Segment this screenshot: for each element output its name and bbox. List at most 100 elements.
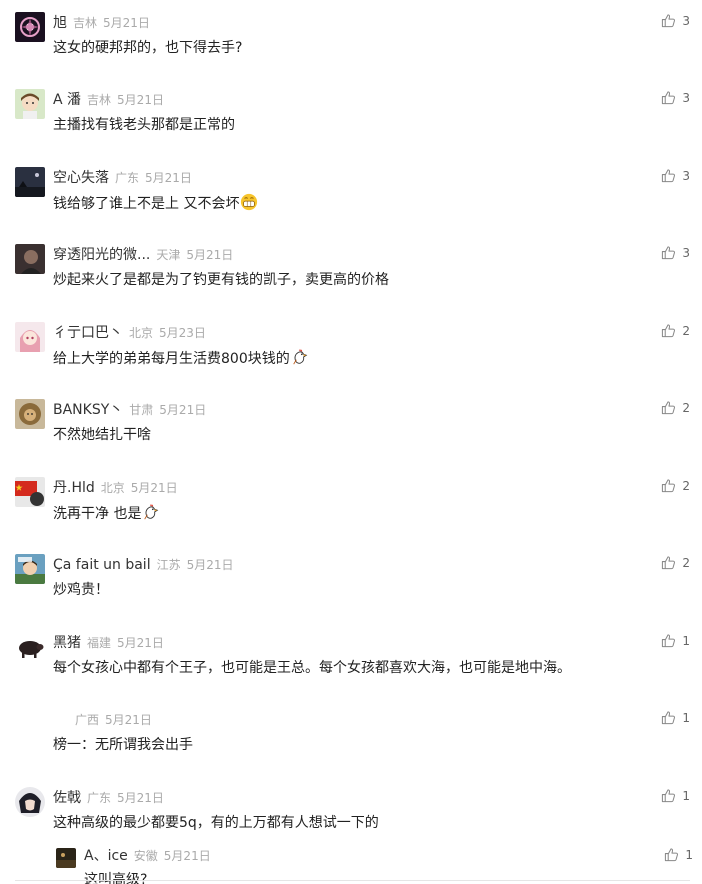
night-scene-avatar[interactable] [15, 167, 45, 197]
comment-location: 广西 [75, 713, 100, 727]
like-button[interactable]: 1 [661, 788, 690, 803]
anime-girl-avatar[interactable] [15, 322, 45, 352]
comment-meta: A 潘吉林 5月21日 [53, 89, 164, 109]
comment-text: 这女的硬邦邦的，也下得去手? [53, 40, 243, 56]
cartoon-boy-avatar[interactable] [15, 554, 45, 584]
chicken-emoji-icon [293, 348, 308, 365]
like-count: 1 [682, 788, 690, 803]
thumbs-up-icon [662, 401, 676, 415]
comment-author[interactable]: 丹.Hld [53, 480, 95, 496]
chicken-emoji-icon [144, 503, 159, 520]
comment-location: 天津 [156, 248, 181, 262]
comment-author[interactable]: 空心失落 [53, 170, 109, 186]
comment-location: 广东 [115, 171, 140, 185]
comment-text: 钱给够了谁上不是上 又不会坏 [53, 193, 258, 214]
comment-author[interactable]: 佐戟 [53, 790, 81, 806]
grin-emoji-icon [241, 193, 258, 211]
comment-meta: 空心失落 广东 5月21日 [53, 167, 192, 187]
comment-author[interactable]: 旭 [53, 15, 67, 31]
comment-date: 5月21日 [117, 791, 164, 805]
comment-meta: 丹.Hld 北京 5月21日 [53, 477, 178, 497]
lion-avatar[interactable] [15, 399, 45, 429]
like-count: 2 [682, 555, 690, 570]
anime-boy-avatar[interactable] [15, 787, 45, 817]
like-button[interactable]: 2 [661, 478, 690, 493]
like-button[interactable]: 3 [661, 90, 690, 105]
comment-item: 丹.Hld 北京 5月21日 洗再干净 也是 2 [0, 465, 702, 535]
blank-avatar[interactable] [15, 709, 45, 739]
comment-location: 福建 [87, 636, 112, 650]
comment-text: 洗再干净 也是 [53, 503, 160, 524]
comment-author[interactable]: Ça fait un bail [53, 557, 151, 573]
like-count: 2 [682, 323, 690, 338]
portrait-avatar[interactable] [15, 244, 45, 274]
comment-date: 5月21日 [159, 403, 207, 417]
thumbs-up-icon [662, 91, 676, 105]
comment-item: 旭吉林 5月21日 这女的硬邦邦的，也下得去手? 3 [0, 0, 702, 70]
like-count: 3 [682, 168, 690, 183]
comment-date: 5月21日 [105, 713, 152, 727]
comment-item: 黑猪 福建 5月21日 每个女孩心中都有个王子，也可能是王总。每个女孩都喜欢大海，也… [0, 620, 702, 690]
like-count: 2 [682, 400, 690, 415]
like-button[interactable]: 2 [661, 323, 690, 338]
comment-list: 旭吉林 5月21日 这女的硬邦邦的，也下得去手? 3 A 潘吉林 5月21日 主播找… [0, 0, 702, 884]
comment-text: 主播找有钱老头那都是正常的 [53, 117, 235, 133]
cartoon-girl-avatar[interactable] [15, 89, 45, 119]
comment-item: A 潘吉林 5月21日 主播找有钱老头那都是正常的 3 [0, 77, 702, 147]
flag-avatar[interactable] [15, 477, 45, 507]
comment-text: 不然她结扎干啥 [53, 427, 151, 443]
thumbs-up-icon [662, 556, 676, 570]
thumbs-up-icon [665, 848, 679, 862]
like-button[interactable]: 2 [661, 555, 690, 570]
comment-author[interactable]: BANKSY丶 [53, 402, 123, 418]
comment-location: 甘肃 [129, 403, 154, 417]
like-button[interactable]: 1 [661, 633, 690, 648]
comment-item: 广西 5月21日 榜一：无所谓我会出手 1 [0, 697, 702, 767]
dark-landscape-avatar[interactable] [56, 848, 76, 868]
comment-date: 5月21日 [145, 171, 192, 185]
like-count: 1 [685, 847, 693, 862]
comment-date: 5月21日 [117, 636, 164, 650]
comment-item: 佐戟 广东 5月21日 这种高级的最少都要5q，有的上万都有人想试一下的 1 [0, 775, 702, 845]
like-count: 1 [682, 633, 690, 648]
comment-text: 炒起来火了是都是为了钓更有钱的凯子，卖更高的价格 [53, 272, 389, 288]
comment-meta: 旭吉林 5月21日 [53, 12, 150, 32]
comment-date: 5月21日 [117, 93, 164, 107]
comment-meta: 彳亍口巴丶 北京 5月23日 [53, 322, 206, 342]
comment-location: 广东 [87, 791, 112, 805]
like-button[interactable]: 1 [664, 847, 693, 862]
reply-author[interactable]: A、ice [84, 848, 128, 864]
comment-meta: BANKSY丶 甘肃 5月21日 [53, 399, 206, 419]
like-button[interactable]: 3 [661, 245, 690, 260]
like-count: 2 [682, 478, 690, 493]
black-pig-avatar[interactable] [15, 632, 45, 662]
thumbs-up-icon [662, 246, 676, 260]
thumbs-up-icon [662, 479, 676, 493]
thumbs-up-icon [662, 14, 676, 28]
thumbs-up-icon [662, 634, 676, 648]
comment-meta: Ça fait un bail 江苏 5月21日 [53, 554, 234, 574]
comment-author[interactable]: 黑猪 [53, 635, 81, 651]
like-button[interactable]: 3 [661, 13, 690, 28]
comment-date: 5月21日 [186, 248, 234, 262]
comment-location: 吉林 [73, 16, 98, 30]
comment-item: 穿透阳光的微... 天津 5月21日 炒起来火了是都是为了钓更有钱的凯子，卖更高的价… [0, 232, 702, 302]
like-button[interactable]: 3 [661, 168, 690, 183]
reply-location: 安徽 [133, 849, 158, 863]
like-button[interactable]: 1 [661, 710, 690, 725]
like-count: 3 [682, 245, 690, 260]
comment-author[interactable]: 穿透阳光的微... [53, 247, 150, 263]
comment-item: Ça fait un bail 江苏 5月21日 炒鸡贵！ 2 [0, 542, 702, 612]
comment-text: 这种高级的最少都要5q，有的上万都有人想试一下的 [53, 815, 379, 831]
like-button[interactable]: 2 [661, 400, 690, 415]
reply-item: A、ice 安徽 5月21日 这叫高级? 1 [53, 842, 693, 884]
comment-location: 吉林 [87, 93, 112, 107]
comment-text-body: 洗再干净 也是 [53, 506, 142, 522]
comment-author[interactable]: A 潘 [53, 92, 81, 108]
thumbs-up-icon [662, 169, 676, 183]
like-count: 3 [682, 13, 690, 28]
like-count: 1 [682, 710, 690, 725]
comment-author[interactable]: 彳亍口巴丶 [53, 325, 123, 341]
comment-text-body: 给上大学的弟弟每月生活费800块钱的 [53, 351, 290, 367]
dark-flower-avatar[interactable] [15, 12, 45, 42]
